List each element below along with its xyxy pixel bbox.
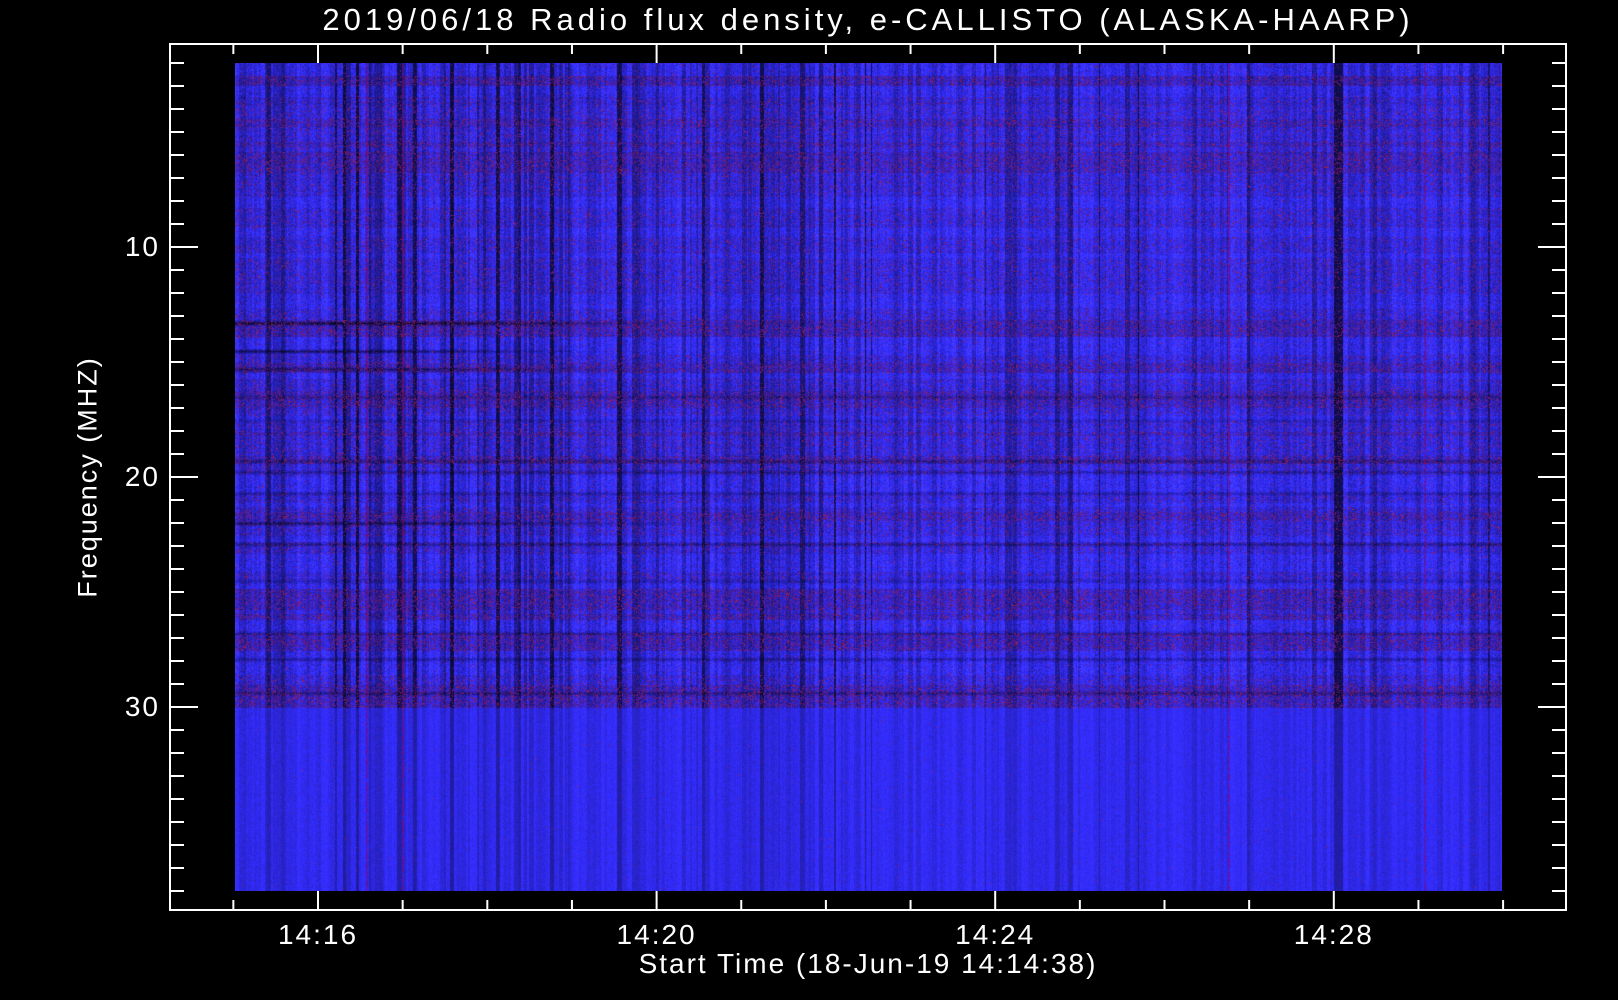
x-axis-label: Start Time (18-Jun-19 14:14:38) xyxy=(638,948,1098,979)
x-tick-label: 14:20 xyxy=(616,919,697,950)
y-tick-label: 20 xyxy=(124,461,160,492)
x-tick-label: 14:24 xyxy=(955,919,1036,950)
spectrogram-image xyxy=(235,63,1502,891)
y-tick-label: 30 xyxy=(124,691,160,722)
spectrogram-page: 2019/06/18 Radio flux density, e-CALLIST… xyxy=(0,0,1618,1000)
x-tick-label: 14:28 xyxy=(1293,919,1374,950)
x-tick-label: 14:16 xyxy=(277,919,359,950)
y-tick-label: 10 xyxy=(124,231,160,262)
